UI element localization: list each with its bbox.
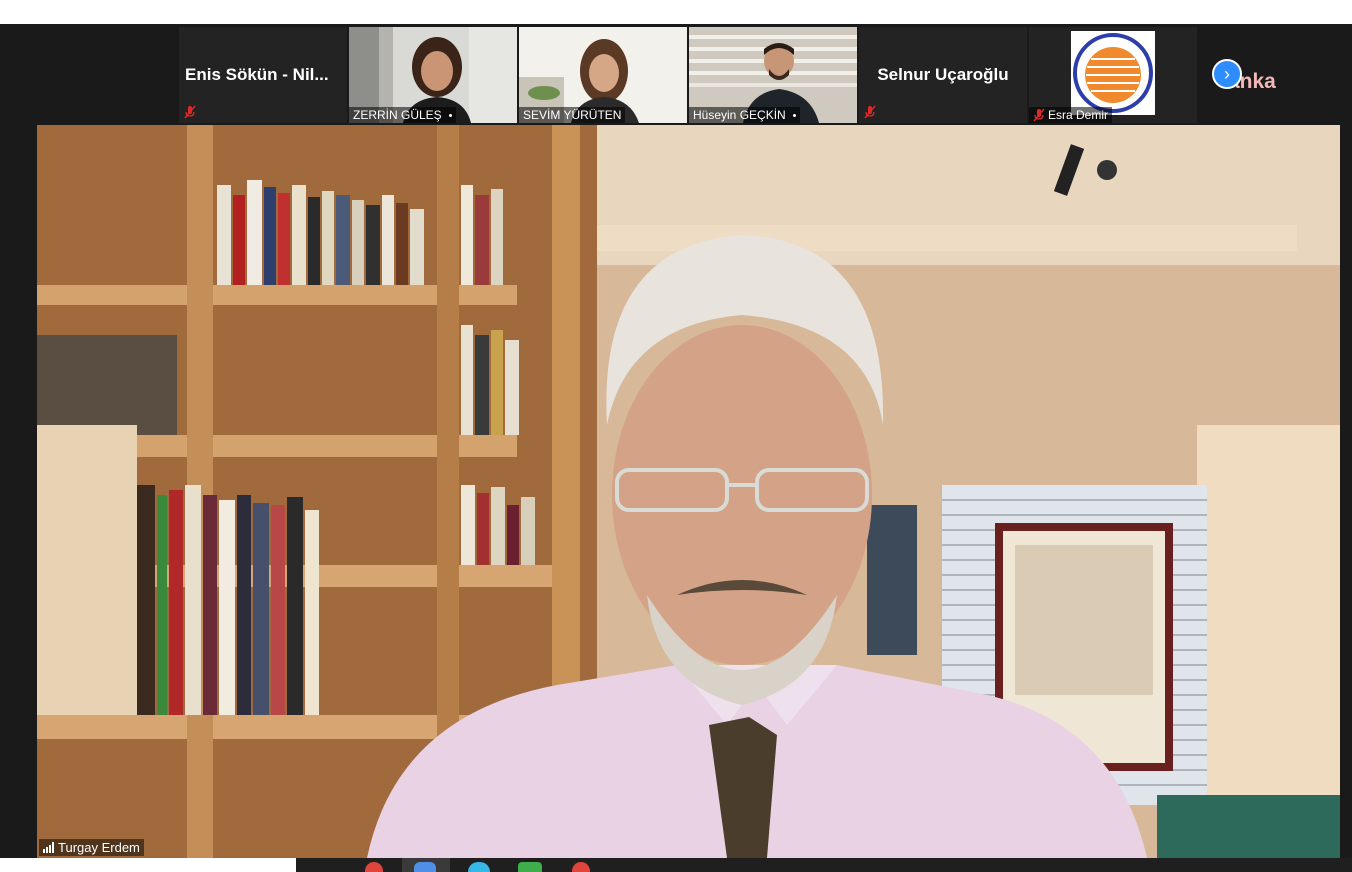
speaker-name: Turgay Erdem	[58, 840, 140, 855]
participant-name: Enis Sökün - Nil...	[185, 65, 329, 84]
participant-name: Selnur Uçaroğlu	[877, 65, 1009, 84]
participant-tile[interactable]: Hüseyin GEÇKİN	[689, 27, 857, 123]
speaker-name-label: Turgay Erdem	[39, 839, 144, 856]
participant-name: Esra Demir	[1048, 108, 1109, 122]
overflow-tile[interactable]: anka ›	[1198, 24, 1308, 120]
toolbar-red-icon[interactable]	[572, 862, 590, 872]
mic-muted-icon	[864, 105, 876, 119]
participant-tile[interactable]: Esra Demir	[1029, 27, 1197, 123]
toolbar-red-icon[interactable]	[365, 862, 383, 872]
participant-tile[interactable]: ZERRİN GÜLEŞ	[349, 27, 517, 123]
toolbar-blue-icon	[414, 862, 436, 872]
mic-muted-icon	[1033, 108, 1045, 122]
participant-strip: Enis Sökün - Nil... ZERRİN GÜLEŞ SEVİM Y…	[179, 27, 1197, 123]
toolbar-selected-item[interactable]	[402, 858, 450, 872]
participant-caption: SEVİM YÜRÜTEN	[519, 107, 626, 123]
chevron-right-icon[interactable]: ›	[1212, 59, 1242, 89]
connection-dot-icon	[448, 113, 452, 117]
participant-name: Hüseyin GEÇKİN	[693, 108, 786, 122]
participant-tile[interactable]: SEVİM YÜRÜTEN	[519, 27, 687, 123]
connection-dot-icon	[792, 113, 796, 117]
participant-tile[interactable]: Enis Sökün - Nil...	[179, 27, 347, 123]
participant-tile[interactable]: Selnur Uçaroğlu	[859, 27, 1027, 123]
active-speaker-video[interactable]: Turgay Erdem	[37, 125, 1340, 858]
participant-name: SEVİM YÜRÜTEN	[523, 108, 622, 122]
bottom-toolbar	[0, 858, 1352, 872]
participant-name: ZERRİN GÜLEŞ	[353, 108, 442, 122]
speaker-video-frame	[37, 125, 1340, 858]
signal-bars-icon	[43, 842, 54, 853]
participant-caption: Hüseyin GEÇKİN	[689, 107, 800, 123]
toolbar-cyan-icon[interactable]	[468, 862, 490, 872]
mic-muted-icon	[184, 105, 196, 119]
participant-caption: Esra Demir	[1029, 107, 1113, 123]
toolbar-blank	[0, 858, 296, 872]
toolbar-green-icon[interactable]	[518, 862, 542, 872]
meeting-window: Enis Sökün - Nil... ZERRİN GÜLEŞ SEVİM Y…	[0, 24, 1352, 872]
participant-caption: ZERRİN GÜLEŞ	[349, 107, 456, 123]
